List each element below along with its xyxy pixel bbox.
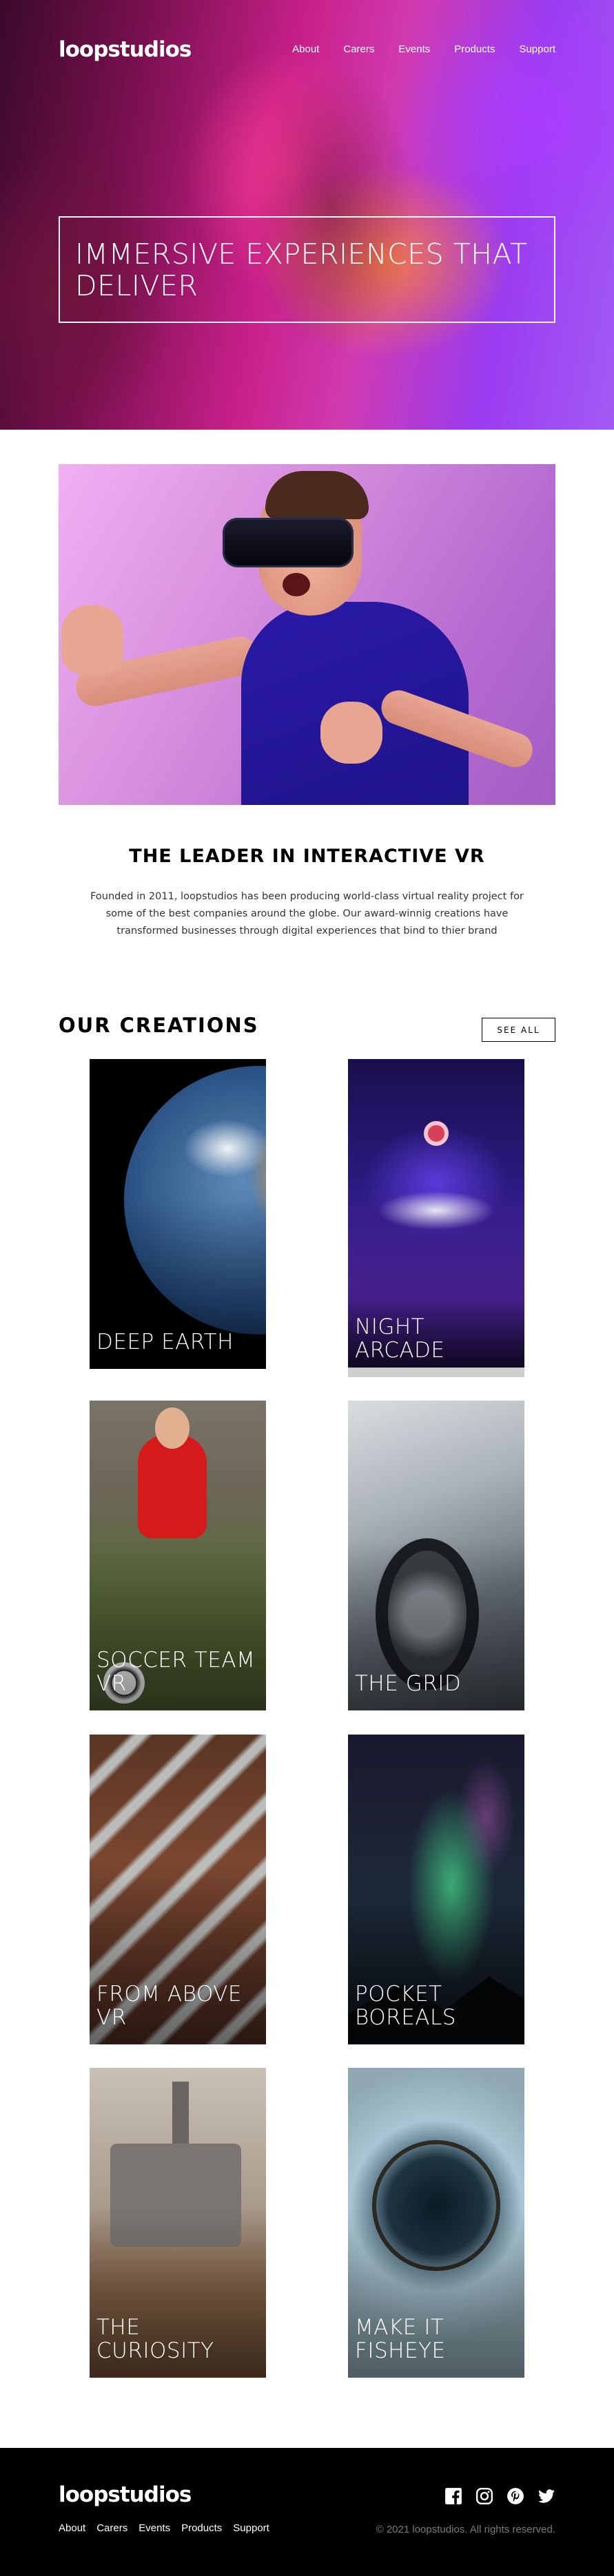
footer: loopstudios About Carers Events Products… <box>0 2448 614 2576</box>
copyright-text: © 2021 loopstudios. All rights reserved. <box>376 2524 555 2535</box>
image-detail <box>265 471 369 519</box>
creation-card-the-curiosity[interactable]: The Curiosity <box>90 2068 266 2378</box>
creation-label: Make it Fisheye <box>355 2315 446 2363</box>
social-links <box>444 2487 555 2505</box>
nav-link-events[interactable]: Events <box>398 36 430 63</box>
creation-label: Pocket Boreals <box>355 1982 456 2030</box>
card-underline <box>348 1368 524 1377</box>
creation-label: From Above VR <box>96 1982 242 2030</box>
twitter-icon[interactable] <box>538 2487 555 2505</box>
nav-links: About Carers Events Products Support <box>292 36 555 63</box>
footer-link-carers[interactable]: Carers <box>96 2522 127 2534</box>
creation-card-deep-earth[interactable]: Deep Earth <box>90 1059 266 1369</box>
interactive-title: The leader in interactive VR <box>129 846 485 867</box>
image-detail <box>155 1407 190 1449</box>
hero-title: Immersive experiences that deliver <box>75 238 528 302</box>
footer-link-products[interactable]: Products <box>181 2522 222 2534</box>
footer-link-events[interactable]: Events <box>139 2522 170 2534</box>
soccer-player-image <box>138 1435 207 1538</box>
creation-label: Soccer Team VR <box>96 1648 256 1696</box>
pinterest-icon[interactable] <box>506 2487 524 2505</box>
creation-card-night-arcade[interactable]: Night Arcade <box>348 1059 524 1377</box>
interactive-description: Founded in 2011, loopstudios has been pr… <box>90 891 524 936</box>
top-navigation: loopstudios About Carers Events Products… <box>59 36 555 63</box>
see-all-button[interactable]: See all <box>482 1018 555 1042</box>
creation-card-the-grid[interactable]: The Grid <box>348 1401 524 1710</box>
creation-label: The Grid <box>355 1671 462 1696</box>
creation-card-soccer-team-vr[interactable]: Soccer Team VR <box>90 1401 266 1710</box>
vr-headset-icon <box>223 518 354 567</box>
nav-link-about[interactable]: About <box>292 36 319 63</box>
image-detail <box>320 702 382 764</box>
hero-section: loopstudios About Carers Events Products… <box>0 0 614 430</box>
arcade-image <box>424 1121 449 1146</box>
footer-nav: About Carers Events Products Support <box>59 2522 269 2534</box>
creation-label: Night Arcade <box>355 1315 445 1363</box>
creation-card-pocket-boreals[interactable]: Pocket Boreals <box>348 1735 524 2044</box>
creation-card-make-it-fisheye[interactable]: Make it Fisheye <box>348 2068 524 2378</box>
nav-link-carers[interactable]: Carers <box>343 36 374 63</box>
image-detail <box>61 605 123 674</box>
creation-label: The Curiosity <box>96 2315 214 2363</box>
creation-label: Deep Earth <box>96 1330 234 1354</box>
footer-link-support[interactable]: Support <box>233 2522 269 2534</box>
instagram-icon[interactable] <box>475 2487 493 2505</box>
footer-logo[interactable]: loopstudios <box>59 2481 192 2509</box>
creation-card-from-above-vr[interactable]: From Above VR <box>90 1735 266 2044</box>
image-detail <box>283 573 310 596</box>
vr-man-image <box>59 464 555 805</box>
nav-link-support[interactable]: Support <box>519 36 555 63</box>
creations-title: Our creations <box>59 1014 259 1037</box>
nav-link-products[interactable]: Products <box>454 36 495 63</box>
facebook-icon[interactable] <box>444 2487 462 2505</box>
hero-title-box: Immersive experiences that deliver <box>59 216 555 323</box>
brand-logo[interactable]: loopstudios <box>59 36 192 63</box>
footer-link-about[interactable]: About <box>59 2522 85 2534</box>
